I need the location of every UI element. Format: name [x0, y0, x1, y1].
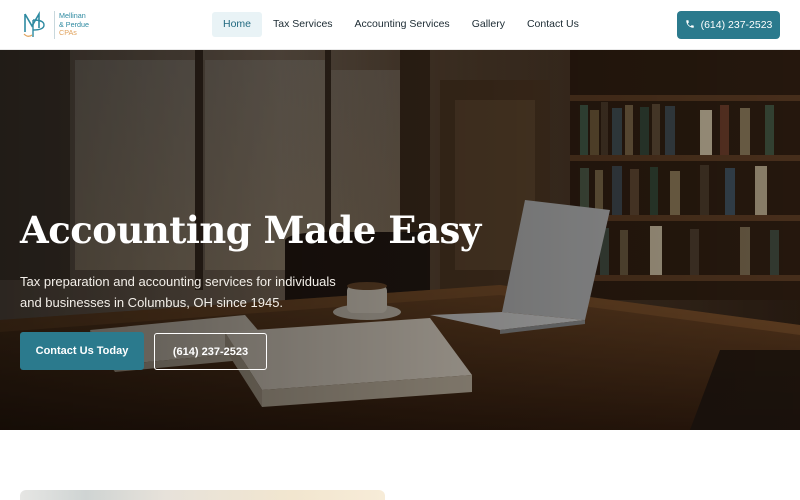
contact-us-button[interactable]: Contact Us Today [20, 332, 144, 370]
brand-logo[interactable]: Mellinan & Perdue CPAs [22, 8, 89, 42]
phone-icon [685, 19, 695, 32]
nav-contact-us[interactable]: Contact Us [516, 12, 590, 37]
main-nav: Home Tax Services Accounting Services Ga… [212, 12, 590, 37]
nav-accounting-services[interactable]: Accounting Services [344, 12, 461, 37]
nav-tax-services[interactable]: Tax Services [262, 12, 344, 37]
page: Mellinan & Perdue CPAs Home Tax Services… [0, 0, 800, 500]
brand-line-3: CPAs [59, 28, 77, 38]
hero-subtitle: Tax preparation and accounting services … [20, 274, 336, 310]
hero-section: Accounting Made Easy Tax preparation and… [0, 50, 800, 430]
nav-home[interactable]: Home [212, 12, 263, 37]
header-phone-label: (614) 237-2523 [700, 19, 773, 31]
header-phone-button[interactable]: (614) 237-2523 [677, 11, 780, 39]
site-header: Mellinan & Perdue CPAs Home Tax Services… [0, 0, 800, 50]
brand-name: Mellinan & Perdue CPAs [59, 12, 89, 38]
about-section-image [20, 490, 385, 500]
mp-monogram-icon [22, 10, 48, 40]
logo-divider [54, 11, 55, 39]
hero-phone-button[interactable]: (614) 237-2523 [154, 333, 267, 370]
nav-gallery[interactable]: Gallery [461, 12, 516, 37]
hero-title: Accounting Made Easy [20, 208, 481, 252]
